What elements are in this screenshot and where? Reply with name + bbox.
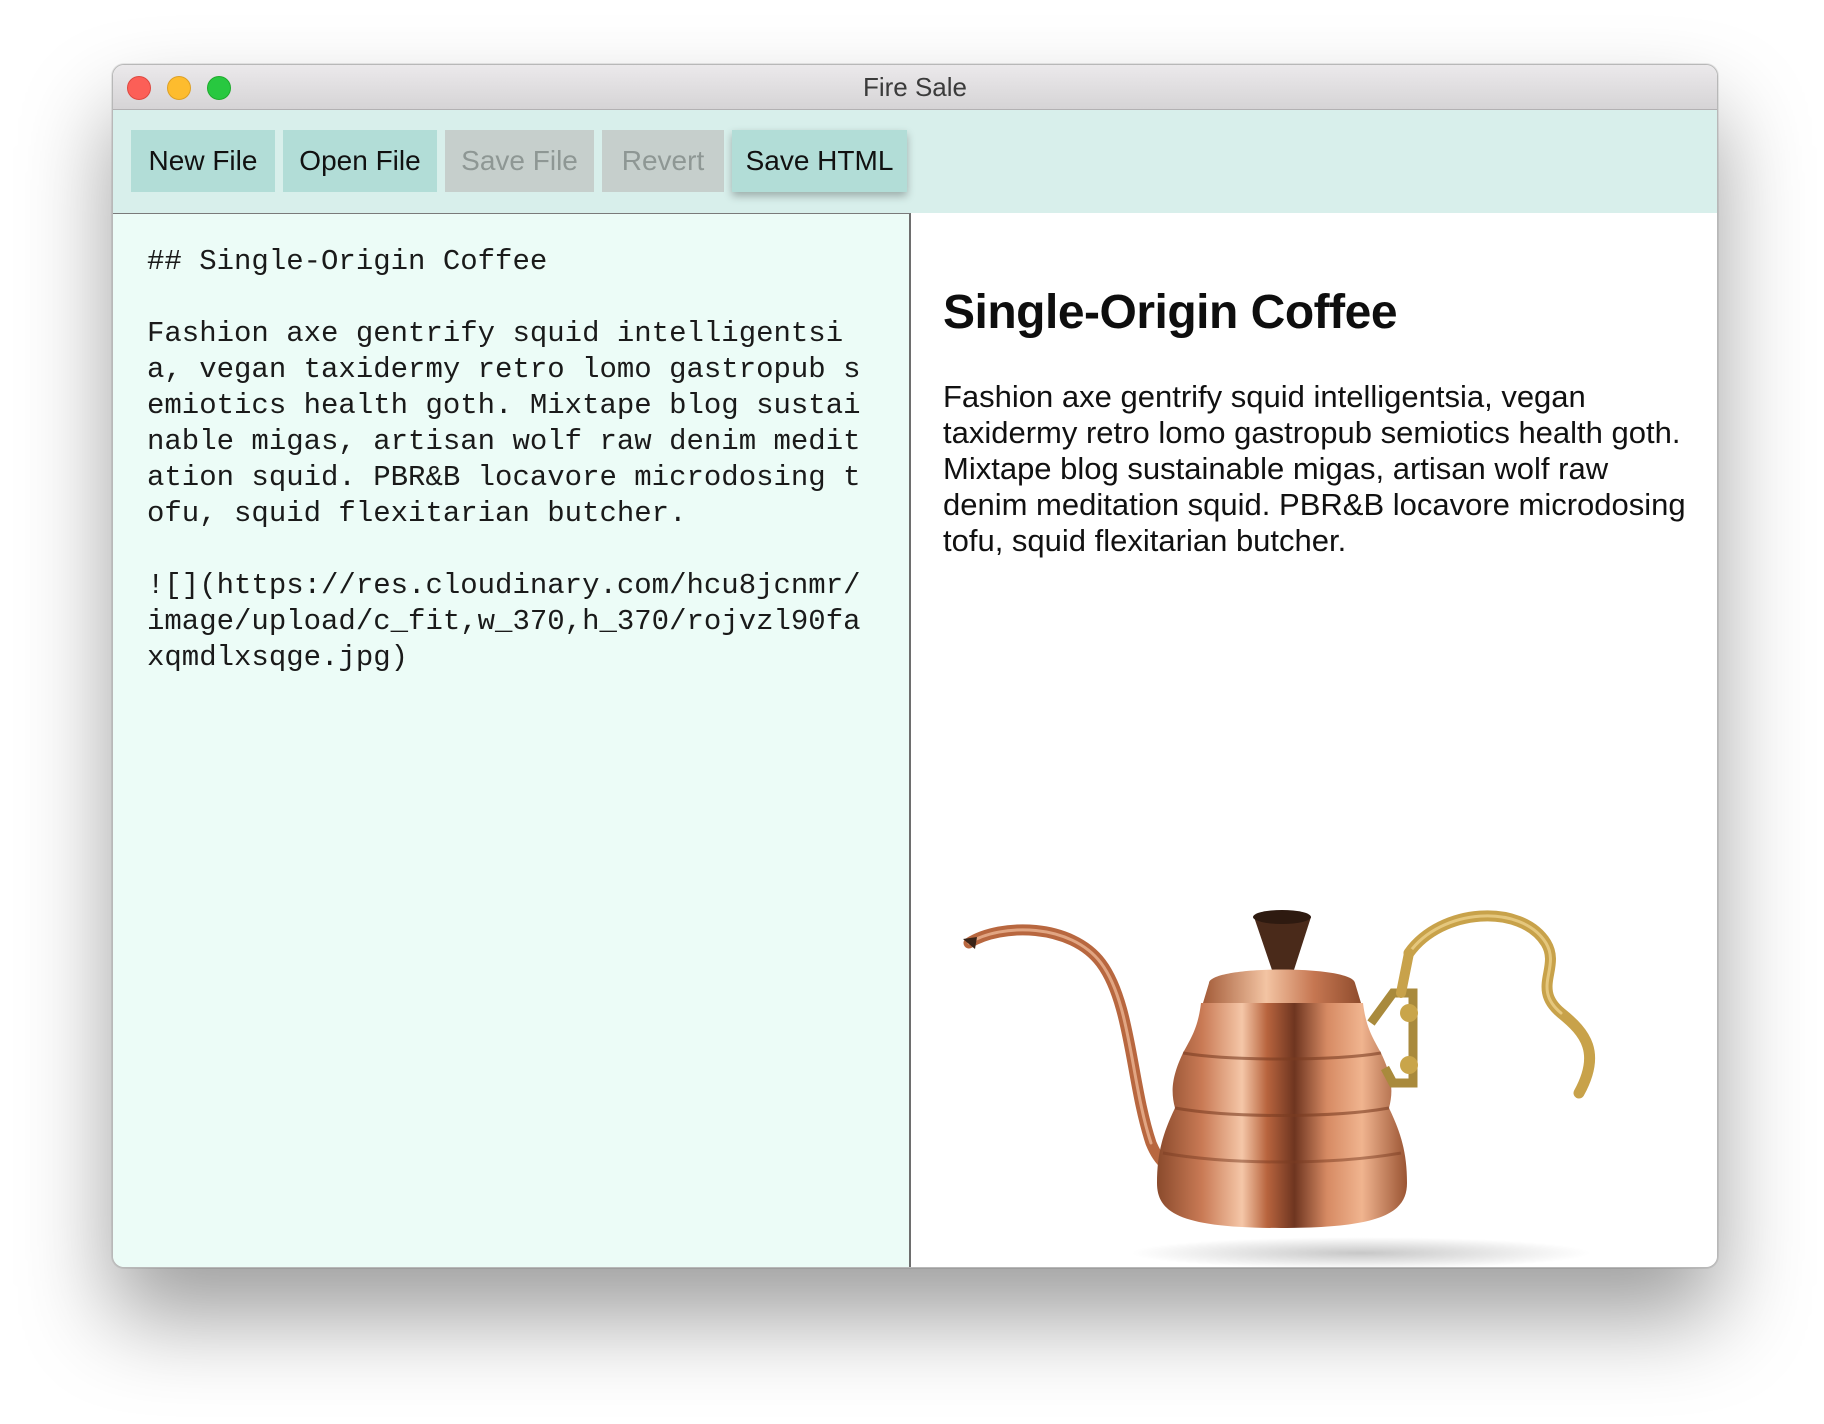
app-window: Fire Sale New File Open File Save File R… [112,64,1718,1268]
html-preview: Single-Origin Coffee Fashion axe gentrif… [911,213,1717,1267]
save-html-button[interactable]: Save HTML [732,130,907,192]
kettle-image [963,910,1596,1267]
revert-button[interactable]: Revert [602,130,724,192]
save-file-button[interactable]: Save File [445,130,594,192]
open-file-button[interactable]: Open File [283,130,437,192]
markdown-editor[interactable]: ## Single-Origin Coffee Fashion axe gent… [113,213,911,1267]
title-bar[interactable]: Fire Sale [113,65,1717,110]
preview-paragraph: Fashion axe gentrify squid intelligentsi… [943,379,1686,558]
preview-heading: Single-Origin Coffee [943,286,1398,339]
new-file-button[interactable]: New File [131,130,275,192]
window-title: Fire Sale [862,72,968,102]
toolbar: New File Open File Save File Revert Save… [113,110,1717,213]
